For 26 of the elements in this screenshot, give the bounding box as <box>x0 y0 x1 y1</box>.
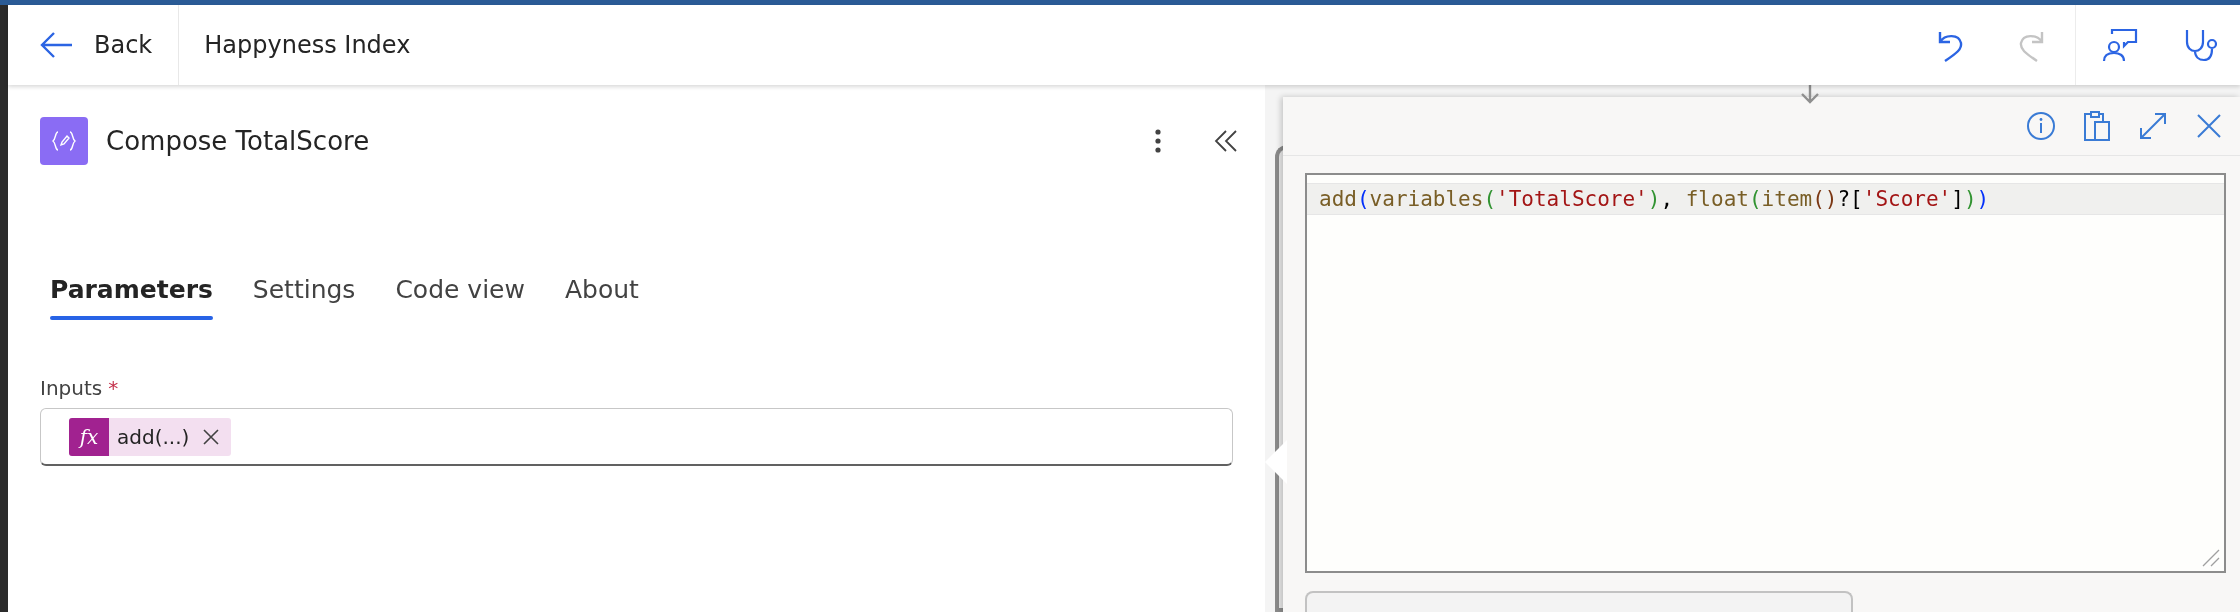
token-label: add(...) <box>117 424 190 449</box>
inputs-field[interactable]: fx add(...) <box>40 408 1233 466</box>
field-label: Inputs <box>40 376 103 400</box>
expand-icon <box>2138 111 2168 141</box>
expression-input[interactable]: add(variables('TotalScore'), float(item()?['Score'])) <box>1305 173 2226 573</box>
function-icon: fx <box>69 417 109 456</box>
double-chevron-icon <box>1214 129 1238 153</box>
more-icon <box>1155 129 1161 153</box>
clipboard-icon <box>2083 110 2111 142</box>
person-speech-icon <box>2102 28 2138 62</box>
tab[interactable]: Settings <box>232 265 376 320</box>
expression-token[interactable]: fx add(...) <box>69 417 232 456</box>
tab[interactable]: Code view <box>375 265 545 320</box>
tab[interactable]: Parameters <box>30 265 233 320</box>
flow-title: Happyness Index <box>204 31 412 59</box>
required-asterisk: * <box>108 376 119 400</box>
stethoscope-icon <box>2183 28 2217 62</box>
compose-action-icon <box>40 117 88 165</box>
close-icon <box>2196 113 2222 139</box>
info-icon <box>2026 111 2056 141</box>
resize-grip-icon <box>2202 549 2220 567</box>
tab[interactable]: About <box>544 265 659 320</box>
back-arrow-icon <box>40 31 74 59</box>
remove-token-icon[interactable] <box>203 428 220 445</box>
info-button[interactable] <box>2024 109 2058 143</box>
action-title: Compose TotalScore <box>106 126 371 156</box>
